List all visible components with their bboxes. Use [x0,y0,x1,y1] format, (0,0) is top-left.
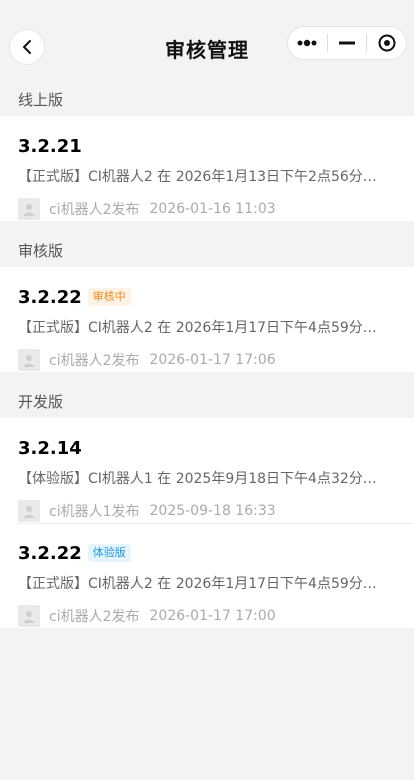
section-title-review: 审核版 [18,242,64,260]
target-close-icon [378,34,396,52]
publish-time: 2026-01-17 17:00 [149,608,276,624]
publish-time: 2025-09-18 16:33 [149,503,276,519]
more-dots-icon [297,39,317,47]
version-description: 【正式版】CI机器人2 在 2026年1月13日下午2点56分提交上传 [18,169,386,185]
list-item[interactable]: 3.2.22 体验版 【正式版】CI机器人2 在 2026年1月17日下午4点5… [0,523,414,628]
more-button[interactable] [288,27,327,59]
user-placeholder-icon [23,506,35,518]
status-badge: 审核中 [87,288,131,306]
version-description: 【正式版】CI机器人2 在 2026年1月17日下午4点59分提交上传 [18,576,386,592]
status-badge: 体验版 [87,544,131,562]
publish-time: 2026-01-17 17:06 [149,352,276,368]
version-description: 【体验版】CI机器人1 在 2025年9月18日下午4点32分提交上传 [18,471,386,487]
version-number: 3.2.22 [18,286,82,308]
version-description: 【正式版】CI机器人2 在 2026年1月17日下午4点59分提交上传 [18,320,386,336]
publisher-label: ci机器人2发布 [49,609,140,625]
list-item[interactable]: 3.2.22 审核中 【正式版】CI机器人2 在 2026年1月17日下午4点5… [0,267,414,372]
avatar [18,349,40,371]
list-item[interactable]: 3.2.21 【正式版】CI机器人2 在 2026年1月13日下午2点56分提交… [0,116,414,221]
user-placeholder-icon [23,611,35,623]
version-number: 3.2.21 [18,135,82,157]
publisher-label: ci机器人1发布 [49,504,140,520]
version-number: 3.2.22 [18,542,82,564]
publish-time: 2026-01-16 11:03 [149,201,276,217]
list-item[interactable]: 3.2.14 【体验版】CI机器人1 在 2025年9月18日下午4点32分提交… [0,418,414,523]
avatar [18,198,40,220]
online-version-card: 3.2.21 【正式版】CI机器人2 在 2026年1月13日下午2点56分提交… [0,116,414,221]
review-version-card: 3.2.22 审核中 【正式版】CI机器人2 在 2026年1月17日下午4点5… [0,267,414,372]
version-number: 3.2.14 [18,437,82,459]
navigation-bar: 审核管理 [0,0,414,92]
user-placeholder-icon [23,204,35,216]
publisher-label: ci机器人2发布 [49,353,140,369]
section-title-dev: 开发版 [18,393,64,411]
dev-version-card: 3.2.14 【体验版】CI机器人1 在 2025年9月18日下午4点32分提交… [0,418,414,628]
avatar [18,605,40,627]
mini-program-capsule [288,27,406,59]
minus-icon [339,41,355,45]
minimize-button[interactable] [328,27,367,59]
publisher-label: ci机器人2发布 [49,202,140,218]
close-button[interactable] [367,27,406,59]
user-placeholder-icon [23,355,35,367]
avatar [18,500,40,522]
